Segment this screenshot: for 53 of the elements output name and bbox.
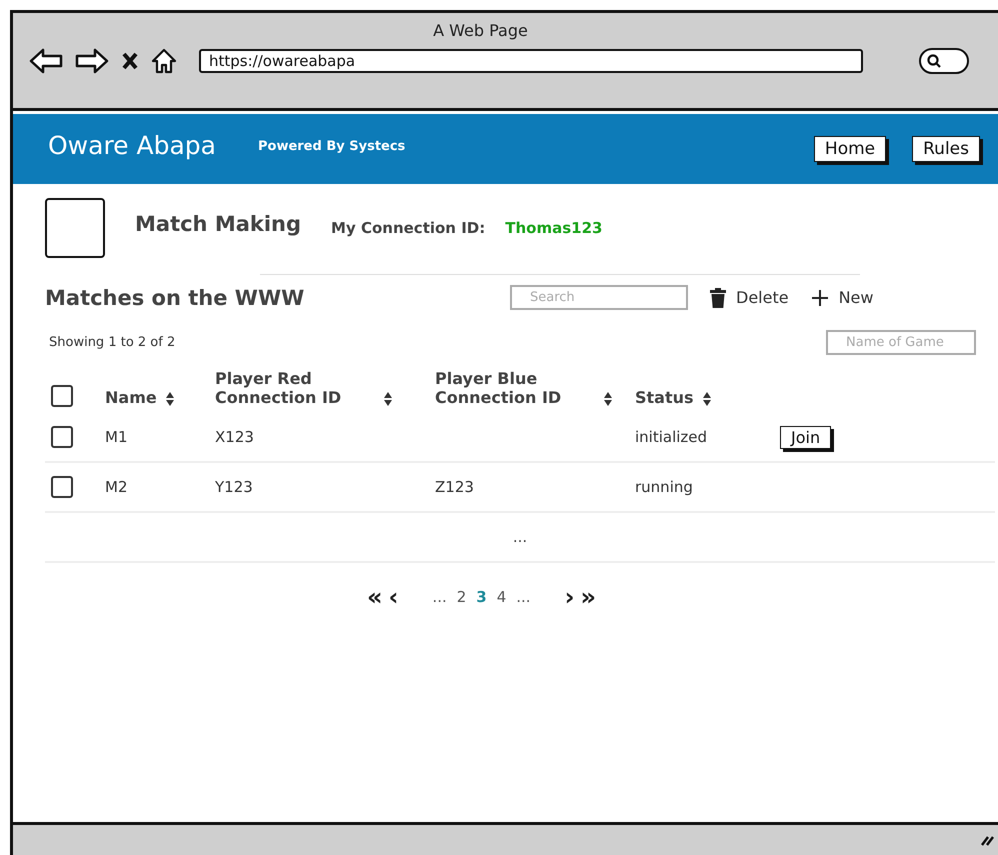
window-title: A Web Page [433, 21, 528, 40]
checkbox[interactable] [51, 385, 73, 407]
forward-icon[interactable] [75, 48, 109, 74]
checkbox[interactable] [51, 476, 73, 498]
sort-icon[interactable] [383, 391, 393, 407]
connection-label: My Connection ID: [331, 219, 486, 237]
filter-field[interactable]: Name of Game [826, 330, 976, 355]
checkbox[interactable] [51, 426, 73, 448]
resize-grip-icon[interactable] [980, 834, 994, 846]
page-link[interactable]: 2 [454, 588, 468, 606]
nav-button[interactable]: Rules [912, 136, 980, 162]
sort-icon[interactable] [603, 391, 613, 407]
trash-icon [710, 288, 726, 308]
page-link[interactable]: 4 [494, 588, 508, 606]
page-link[interactable]: ... [514, 588, 533, 606]
avatar-placeholder [45, 198, 105, 258]
table-cell: Z123 [435, 478, 474, 496]
page-link[interactable]: 3 [474, 588, 489, 606]
table-cell: running [635, 478, 693, 496]
search-icon [927, 54, 941, 68]
new-button[interactable]: New [810, 288, 874, 307]
connection-id: Thomas123 [505, 219, 602, 237]
delete-button[interactable]: Delete [710, 288, 789, 308]
next-page-button[interactable]: › [564, 585, 574, 609]
page-heading: Match Making [135, 212, 302, 236]
column-header: Status [635, 388, 694, 407]
column-header: Player Red Connection ID [215, 369, 342, 407]
site-title: Oware Abapa [48, 130, 216, 160]
search-field[interactable] [919, 48, 969, 74]
back-icon[interactable] [29, 48, 63, 74]
table-cell: M2 [105, 478, 128, 496]
results-summary: Showing 1 to 2 of 2 [49, 335, 176, 350]
home-icon[interactable] [151, 48, 177, 74]
last-page-button[interactable]: » [580, 585, 596, 609]
first-page-button[interactable]: « [367, 585, 383, 609]
site-subtitle: Powered By Systecs [258, 139, 406, 154]
more-indicator: ... [512, 528, 528, 546]
sort-icon[interactable] [164, 391, 175, 407]
address-field[interactable]: https://owareabapa [199, 49, 863, 73]
close-icon[interactable] [121, 51, 139, 71]
section-heading: Matches on the WWW [45, 286, 306, 310]
page-link[interactable]: ... [430, 588, 449, 606]
column-header: Name [105, 388, 157, 407]
search-field[interactable]: Search [510, 285, 688, 310]
table-cell: initialized [635, 428, 708, 446]
table-cell: Y123 [215, 478, 253, 496]
previous-page-button[interactable]: ‹ [388, 585, 398, 609]
plus-icon [810, 288, 829, 306]
column-header: Player Blue Connection ID [435, 369, 562, 407]
table-cell: M1 [105, 428, 128, 446]
table-cell: X123 [215, 428, 254, 446]
nav-button[interactable]: Home [814, 136, 886, 162]
sort-icon[interactable] [702, 391, 712, 407]
